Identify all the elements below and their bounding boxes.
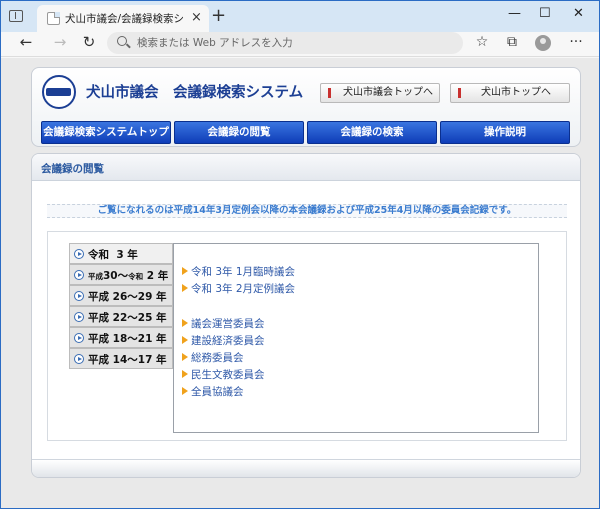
city-emblem-icon	[42, 75, 76, 109]
year-item[interactable]: 平成 26～29 年	[69, 285, 173, 306]
address-bar[interactable]: 検索または Web アドレスを入力	[107, 32, 463, 54]
year-list: 令和 3 年 平成30～令和 2 年 平成 26～29 年 平成 22～25 年	[69, 243, 173, 369]
meeting-link[interactable]: 令和 3年 2月定例議会	[182, 281, 295, 296]
address-input[interactable]: 検索または Web アドレスを入力	[137, 35, 293, 50]
site-title: 犬山市議会 会議録検索システム	[86, 85, 304, 101]
back-icon[interactable]: ←	[15, 32, 37, 54]
year-era: 平成	[88, 312, 109, 324]
play-circle-icon	[74, 354, 84, 364]
reload-icon[interactable]: ↻	[78, 32, 100, 54]
tab-bar: 犬山市議会/会議録検索システム × + — ☐ ✕	[1, 1, 599, 32]
year-era: 平成	[88, 354, 109, 366]
tab-search-minutes[interactable]: 会議録の検索	[307, 121, 437, 144]
page-favicon-icon	[47, 12, 60, 25]
assembly-top-link-label: 犬山市議会トップへ	[343, 87, 433, 98]
year-item[interactable]: 平成 22～25 年	[69, 306, 173, 327]
play-circle-icon	[74, 270, 84, 280]
meeting-link-label: 令和 3年 2月定例議会	[191, 283, 296, 295]
year-range: 22～25	[112, 312, 153, 324]
tab-instructions[interactable]: 操作説明	[440, 121, 570, 144]
browse-box: 令和 3 年 平成30～令和 2 年 平成 26～29 年 平成 22～25 年	[47, 231, 567, 441]
play-circle-icon	[74, 312, 84, 322]
link-marker-icon	[328, 88, 331, 98]
play-circle-icon	[74, 249, 84, 259]
meeting-link-label: 全員協議会	[191, 386, 244, 398]
year-range: 30～	[103, 270, 129, 282]
page-viewport: 犬山市議会 会議録検索システム 犬山市議会トップへ 犬山市トップへ 会議録検索シ…	[1, 58, 599, 508]
collections-icon[interactable]: ⧉	[501, 32, 523, 54]
section-title: 会議録の閲覧	[41, 163, 104, 175]
meeting-link-label: 民生文教委員会	[191, 369, 265, 381]
availability-notice: ご覧になれるのは平成14年3月定例会以降の本会議録および平成25年4月以降の委員…	[47, 204, 567, 218]
section-header: 会議録の閲覧	[32, 154, 580, 181]
menu-icon[interactable]: ···	[565, 32, 587, 54]
meeting-link-label: 建設経済委員会	[191, 335, 265, 347]
tab-title: 犬山市議会/会議録検索システム	[65, 13, 185, 25]
minimize-icon[interactable]: —	[508, 5, 521, 23]
panel-footer	[32, 459, 580, 477]
play-circle-icon	[74, 291, 84, 301]
year-era: 令和	[128, 272, 144, 281]
tab-browse-minutes[interactable]: 会議録の閲覧	[174, 121, 304, 144]
year-era: 平成	[88, 333, 109, 345]
tab-close-icon[interactable]: ×	[191, 10, 202, 26]
city-top-link-label: 犬山市トップへ	[481, 87, 551, 98]
maximize-icon[interactable]: ☐	[539, 5, 551, 23]
year-suffix: 年	[156, 312, 167, 324]
year-range: 18～21	[112, 333, 153, 345]
play-circle-icon	[74, 333, 84, 343]
meeting-link-label: 総務委員会	[191, 352, 244, 364]
year-era: 平成	[88, 272, 103, 281]
year-item[interactable]: 令和 3 年	[69, 243, 173, 264]
meeting-link[interactable]: 建設経済委員会	[182, 333, 265, 348]
site-header: 犬山市議会 会議録検索システム 犬山市議会トップへ 犬山市トップへ 会議録検索シ…	[31, 67, 581, 147]
meeting-link[interactable]: 全員協議会	[182, 384, 244, 399]
year-item[interactable]: 平成 14～17 年	[69, 348, 173, 369]
year-item[interactable]: 平成30～令和 2 年	[69, 264, 173, 285]
browser-tab[interactable]: 犬山市議会/会議録検索システム ×	[37, 5, 209, 32]
meeting-link[interactable]: 議会運営委員会	[182, 316, 265, 331]
year-item[interactable]: 平成 18～21 年	[69, 327, 173, 348]
year-range: 2	[146, 270, 155, 282]
meeting-link[interactable]: 令和 3年 1月臨時議会	[182, 264, 295, 279]
link-marker-icon	[458, 88, 461, 98]
meeting-list: 令和 3年 1月臨時議会 令和 3年 2月定例議会 議会運営委員会 建設経済委員…	[173, 243, 539, 433]
year-range: 14～17	[112, 354, 153, 366]
year-suffix: 年	[157, 270, 169, 282]
meeting-link[interactable]: 民生文教委員会	[182, 367, 265, 382]
year-suffix: 年	[156, 291, 167, 303]
year-suffix: 年	[156, 354, 167, 366]
year-era: 令和	[88, 249, 109, 261]
meeting-link[interactable]: 総務委員会	[182, 350, 244, 365]
profile-avatar[interactable]	[535, 35, 551, 51]
browser-window: 犬山市議会/会議録検索システム × + — ☐ ✕ ← → ↻ 検索または We…	[0, 0, 600, 509]
year-era: 平成	[88, 291, 109, 303]
city-top-link[interactable]: 犬山市トップへ	[450, 83, 570, 103]
search-icon	[117, 36, 127, 46]
favorites-icon[interactable]: ☆	[471, 32, 493, 54]
meeting-link-label: 議会運営委員会	[191, 318, 265, 330]
year-range: 3	[116, 249, 124, 261]
meeting-link-label: 令和 3年 1月臨時議会	[191, 266, 296, 278]
forward-icon[interactable]: →	[49, 32, 71, 54]
close-window-icon[interactable]: ✕	[573, 5, 584, 23]
assembly-top-link[interactable]: 犬山市議会トップへ	[320, 83, 440, 103]
new-tab-icon[interactable]: +	[211, 6, 226, 26]
year-suffix: 年	[156, 333, 167, 345]
year-suffix: 年	[127, 249, 138, 261]
browser-toolbar: ← → ↻ 検索または Web アドレスを入力 ☆ ⧉ ···	[1, 32, 599, 57]
tab-actions-icon[interactable]	[9, 10, 23, 22]
browse-panel: 会議録の閲覧 ご覧になれるのは平成14年3月定例会以降の本会議録および平成25年…	[31, 153, 581, 478]
year-range: 26～29	[112, 291, 153, 303]
tab-search-system-top[interactable]: 会議録検索システムトップ	[41, 121, 171, 144]
